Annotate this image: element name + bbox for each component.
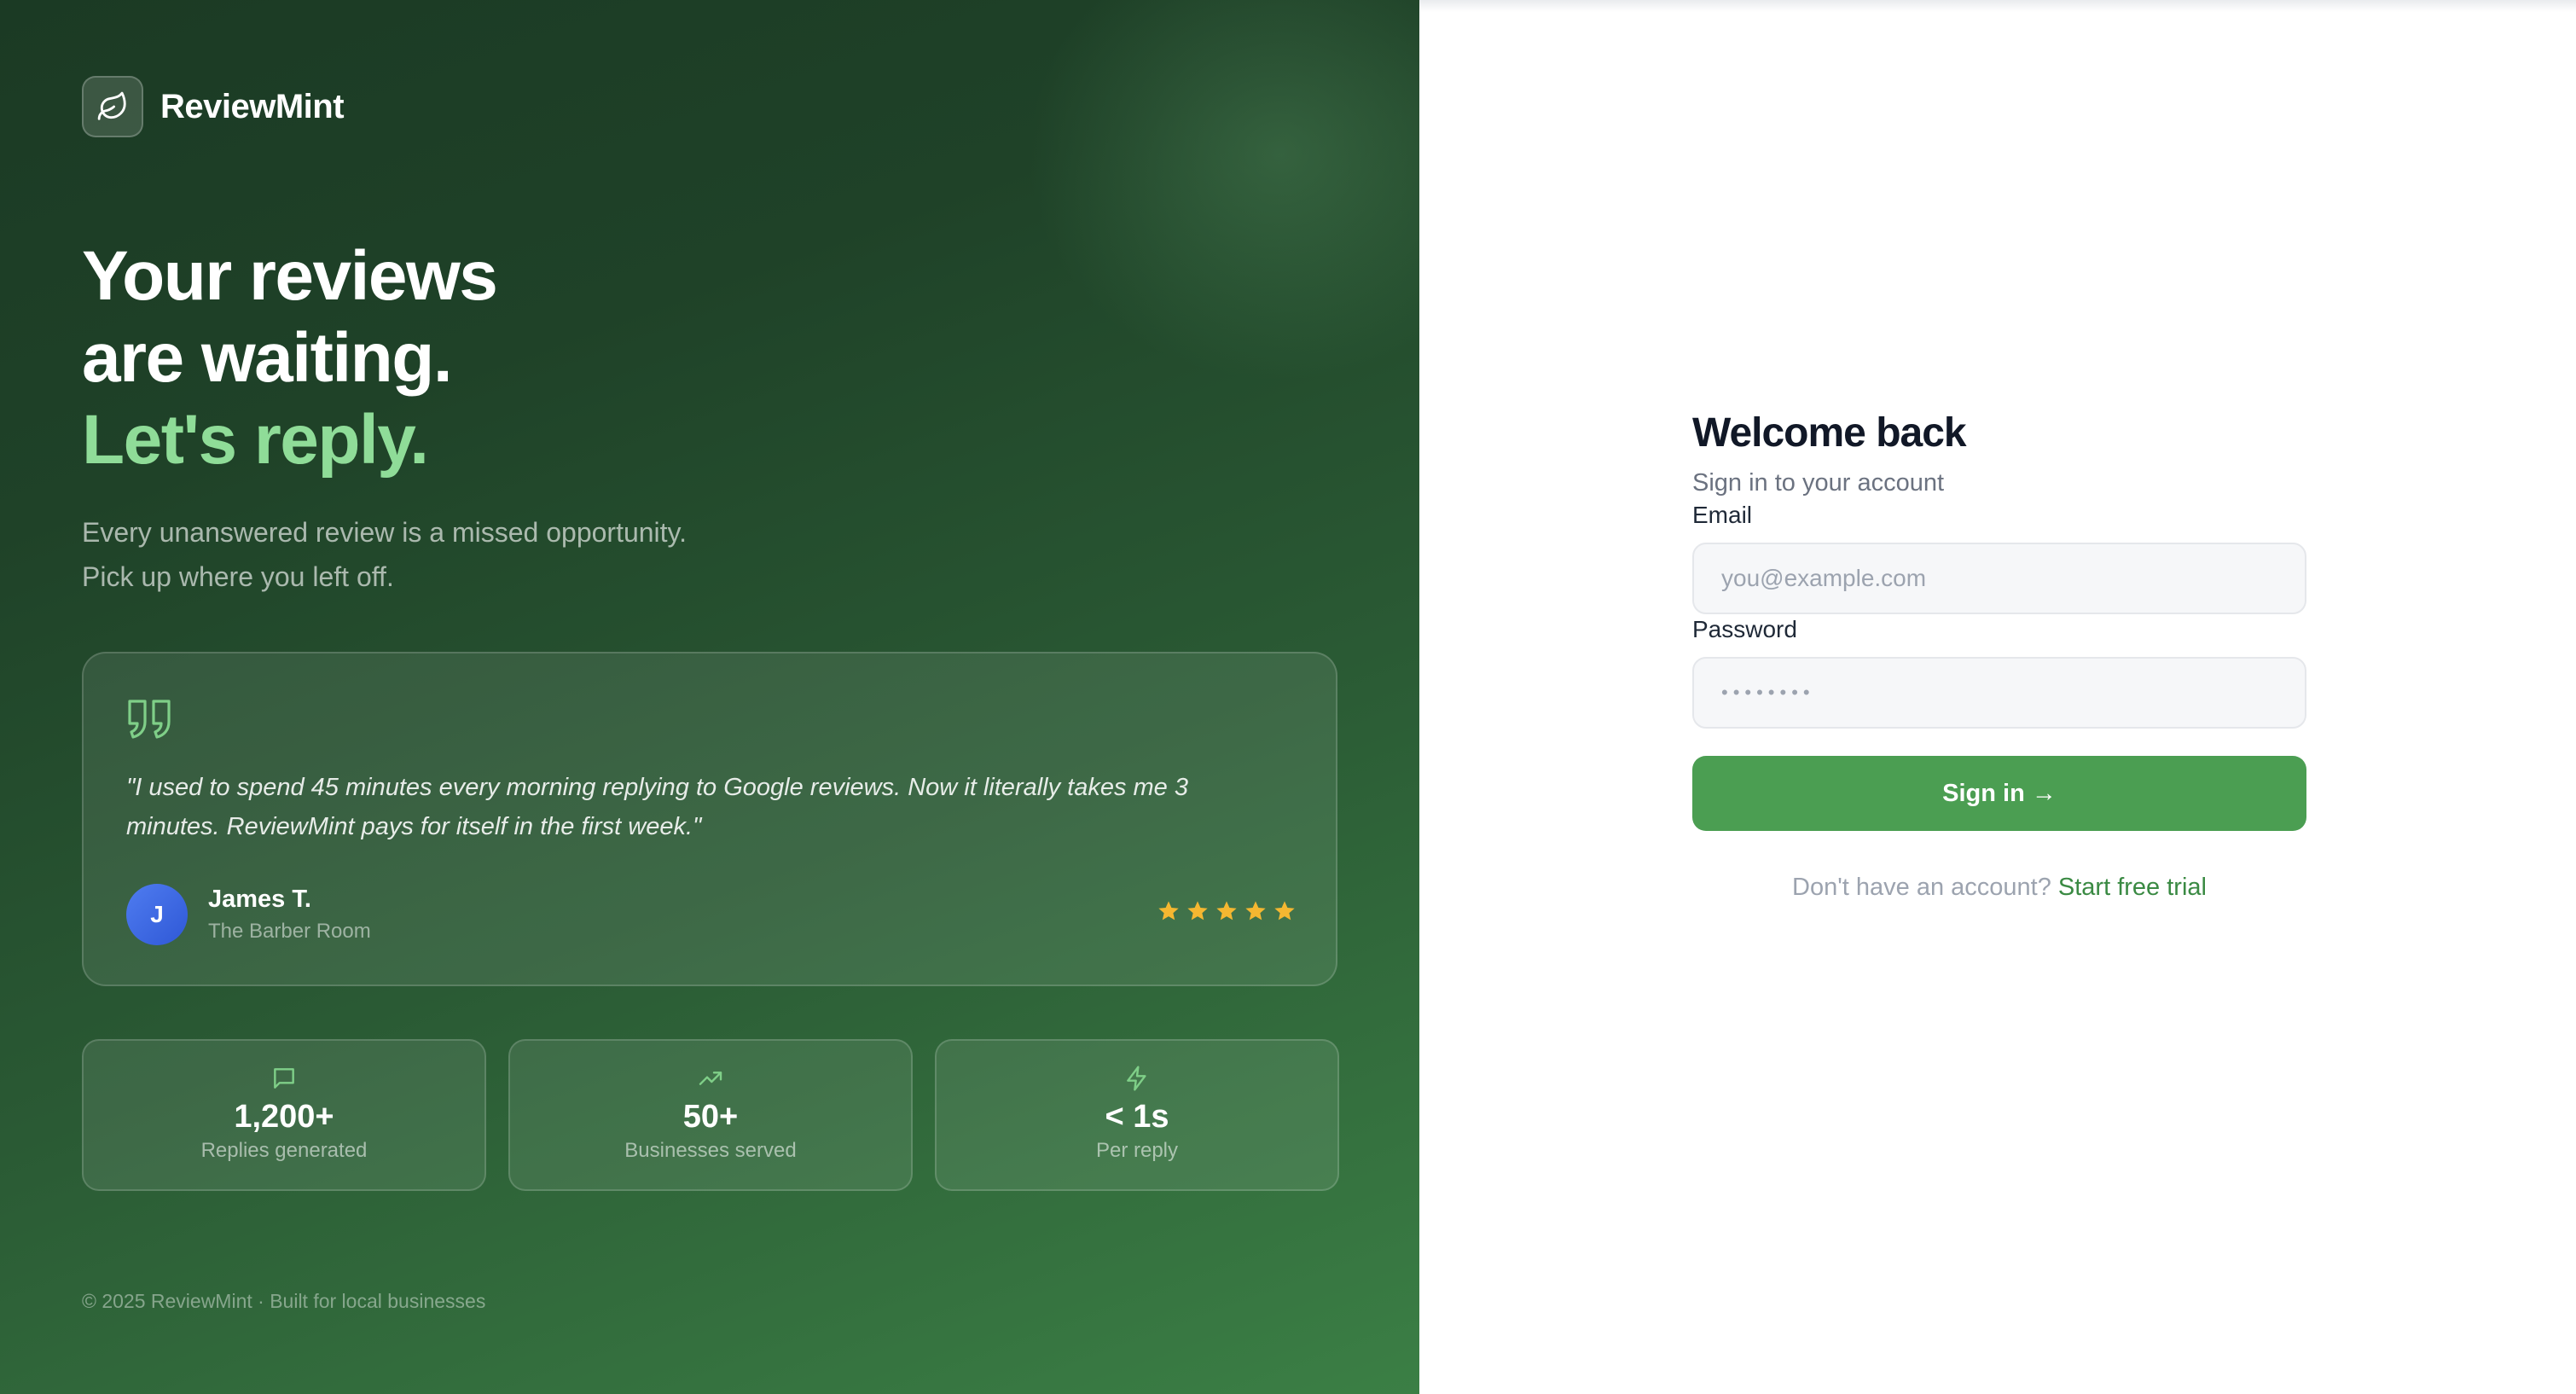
email-field[interactable] <box>1692 543 2306 614</box>
testimonial-quote: "I used to spend 45 minutes every mornin… <box>126 774 1188 840</box>
lightning-icon <box>1127 1066 1146 1091</box>
hero-headline: Your reviews are waiting. Let's reply. <box>82 235 498 481</box>
hero-subtitle: Every unanswered review is a missed oppo… <box>82 510 687 599</box>
stat-label: Businesses served <box>624 1139 797 1162</box>
email-label: Email <box>1692 502 1753 528</box>
stats-row: 1,200+ Replies generated 50+ Businesses … <box>82 1039 1339 1191</box>
trending-up-icon <box>699 1072 722 1085</box>
top-shadow <box>1419 0 2576 12</box>
leaf-icon <box>82 76 143 137</box>
hero-panel: ReviewMint Your reviews are waiting. Let… <box>0 0 1419 1394</box>
stat-label: Per reply <box>1095 1139 1179 1162</box>
star-icon <box>1187 901 1208 921</box>
star-icon <box>1158 901 1179 921</box>
star-icon <box>1274 901 1295 921</box>
headline-line-3: Let's reply. <box>82 401 429 479</box>
avatar: J <box>126 884 188 945</box>
password-field[interactable]: •••••••• <box>1692 657 2306 729</box>
stat-label: Replies generated <box>200 1139 368 1162</box>
stat-card-speed: < 1s Per reply <box>935 1039 1339 1191</box>
hero-subtitle-line-1: Every unanswered review is a missed oppo… <box>82 517 688 548</box>
sign-in-form: Welcome back Sign in to your account Ema… <box>1692 406 2306 902</box>
star-icon <box>1216 901 1237 921</box>
star-rating <box>1157 899 1297 923</box>
password-label: Password <box>1692 616 1797 642</box>
quote-icon <box>126 698 174 745</box>
brand[interactable]: ReviewMint <box>82 76 345 137</box>
hero-subtitle-line-2: Pick up where you left off. <box>82 561 394 592</box>
headline-line-1: Your reviews <box>82 237 498 315</box>
footer-copyright: © 2025 ReviewMint · Built for local busi… <box>82 1290 486 1312</box>
headline-line-2: are waiting. <box>82 319 453 397</box>
testimonial-card: "I used to spend 45 minutes every mornin… <box>82 652 1337 986</box>
testimonial-author: J James T. The Barber Room <box>126 884 371 945</box>
form-subtitle: Sign in to your account <box>1692 469 1945 497</box>
start-free-trial-link[interactable]: Start free trial <box>2058 874 2207 901</box>
auth-panel: Welcome back Sign in to your account Ema… <box>1419 0 2576 1394</box>
stat-value: 1,200+ <box>234 1099 334 1135</box>
password-placeholder: •••••••• <box>1721 682 1815 703</box>
star-icon <box>1245 901 1266 921</box>
stat-card-businesses: 50+ Businesses served <box>508 1039 913 1191</box>
sign-in-button[interactable]: Sign in → <box>1692 756 2306 831</box>
chat-bubble-icon <box>274 1068 294 1089</box>
stat-value: < 1s <box>1105 1099 1169 1135</box>
author-name: James T. <box>208 886 311 913</box>
signup-prompt: Don't have an account? Start free trial <box>1692 874 2306 902</box>
signup-prompt-text: Don't have an account? <box>1792 874 2051 901</box>
stat-card-replies: 1,200+ Replies generated <box>82 1039 486 1191</box>
form-title: Welcome back <box>1692 410 1967 456</box>
brand-name: ReviewMint <box>160 87 345 125</box>
author-business: The Barber Room <box>208 920 371 943</box>
stat-value: 50+ <box>682 1099 739 1135</box>
